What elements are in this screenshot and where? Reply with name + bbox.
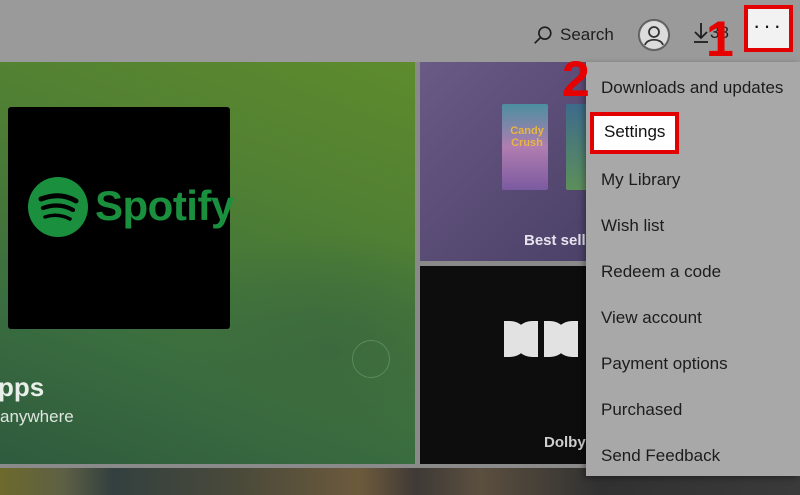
search-icon (534, 26, 552, 44)
menu-item-my-library[interactable]: My Library (601, 170, 680, 190)
hero-subtitle: anywhere (0, 407, 74, 426)
annotation-step-1: 1 (706, 11, 734, 67)
menu-item-redeem-a-code[interactable]: Redeem a code (601, 262, 721, 282)
spotify-wordmark: Spotify (95, 182, 234, 229)
hero-banner[interactable]: Spotify pps anywhere (0, 62, 415, 464)
menu-item-downloads-and-updates[interactable]: Downloads and updates (601, 78, 783, 98)
more-options-button[interactable]: ··· (744, 5, 793, 52)
account-avatar[interactable] (638, 19, 670, 51)
more-options-menu: Downloads and updates Settings My Librar… (586, 62, 800, 476)
annotation-step-2: 2 (562, 51, 590, 107)
top-bar: Search 38 ··· (0, 0, 800, 62)
menu-item-view-account[interactable]: View account (601, 308, 702, 328)
menu-item-payment-options[interactable]: Payment options (601, 354, 728, 374)
search-button[interactable]: Search (532, 20, 614, 50)
ellipsis-icon: ··· (753, 12, 784, 38)
menu-item-wish-list[interactable]: Wish list (601, 216, 664, 236)
dolby-label: Dolby (544, 434, 586, 451)
menu-item-settings[interactable]: Settings (590, 112, 680, 154)
person-icon (640, 21, 668, 49)
dolby-logo-icon (504, 321, 578, 357)
best-sellers-label: Best sellers (524, 232, 590, 249)
dolby-tile[interactable]: Dolby (420, 266, 590, 464)
menu-item-purchased[interactable]: Purchased (601, 400, 682, 420)
spotify-app-tile[interactable]: Spotify (8, 107, 234, 329)
search-label: Search (560, 25, 614, 44)
decorative-circle (352, 340, 390, 378)
spotify-logo-icon (28, 177, 88, 237)
menu-item-send-feedback[interactable]: Send Feedback (601, 446, 720, 466)
candy-crush-title: Candy Crush (510, 125, 544, 149)
hero-title: pps (0, 372, 45, 402)
